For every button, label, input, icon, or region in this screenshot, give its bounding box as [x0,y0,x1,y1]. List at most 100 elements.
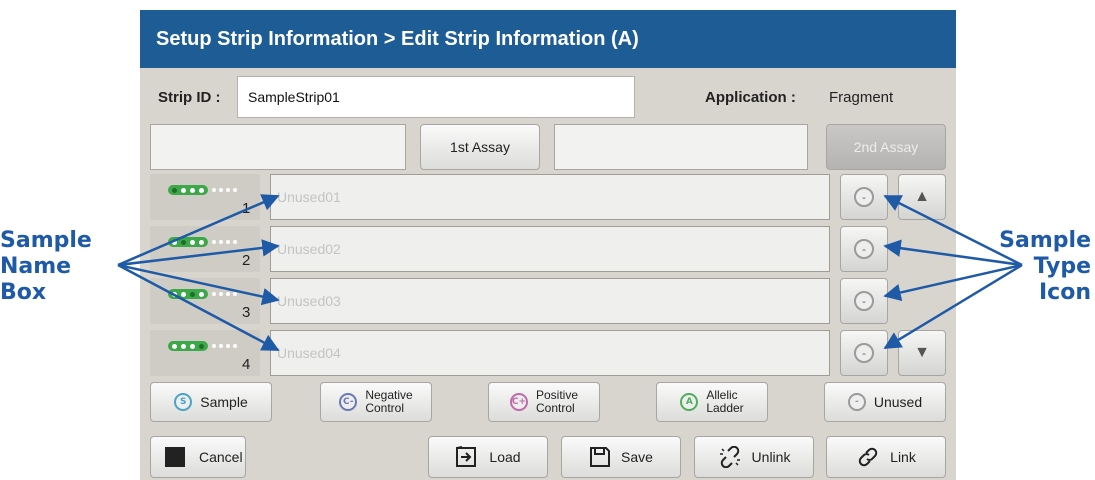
strip-well-dot [181,291,186,297]
sample-type-positive-control-button[interactable]: C+ Positive Control [488,382,600,422]
page-title: Setup Strip Information > Edit Strip Inf… [140,10,956,68]
sample-type-allelic-ladder-button[interactable]: A Allelic Ladder [656,382,768,422]
strip-pill [168,237,208,247]
negative-control-icon: C- [339,393,358,411]
edit-strip-panel: Setup Strip Information > Edit Strip Inf… [140,10,956,480]
sample-name-input[interactable] [270,226,830,272]
sample-type-negative-control-button[interactable]: C- Negative Control [320,382,432,422]
strip-icon [168,237,240,247]
well-indicator: 3 [150,278,260,324]
legend-label: Positive Control [535,388,579,415]
well-indicator: 4 [150,330,260,376]
save-label: Save [621,449,653,465]
well-number: 1 [242,200,251,217]
sample-row: 2 - [150,226,950,272]
sample-type-button[interactable]: - [840,174,888,220]
well-number: 4 [242,356,251,373]
strip-well-dot [199,239,204,245]
unlink-icon [718,446,742,468]
sample-name-input[interactable] [270,278,830,324]
unused-type-icon: - [854,343,874,363]
second-assay-button: 2nd Assay [826,124,946,170]
allelic-ladder-icon: A [680,393,699,411]
legend-label: Sample [200,394,248,410]
callout-line: Sample [0,228,92,253]
strip-pill [168,341,208,351]
strip-icon [168,185,240,195]
strip-dots [212,344,240,348]
strip-well-dot [172,343,177,349]
callout-line: Type [1033,254,1091,279]
load-label: Load [489,449,521,465]
cancel-button[interactable]: Cancel [150,436,246,478]
sample-row: 1 - ▲ [150,174,950,220]
sample-type-button[interactable]: - [840,278,888,324]
sample-type-unused-button[interactable]: - Unused [824,382,946,422]
second-assay-field[interactable] [554,124,808,170]
sample-name-input[interactable] [270,330,830,376]
sample-type-icon-callout: Sample Type Icon [971,228,1091,306]
unused-type-icon: - [854,291,874,311]
unused-type-icon: - [854,187,874,207]
sample-type-sample-button[interactable]: S Sample [150,382,272,422]
callout-line: Icon [1038,280,1091,305]
strip-dots [212,188,240,192]
strip-dots [212,240,240,244]
link-icon [856,446,880,468]
strip-well-dot [190,187,195,193]
positive-control-icon: C+ [509,393,528,411]
save-button[interactable]: Save [561,436,681,478]
strip-well-dot [181,187,186,193]
strip-id-row: Strip ID : Application : Fragment [140,76,956,120]
sample-type-button[interactable]: - [840,330,888,376]
application-label: Application : [705,89,796,106]
sample-row: 3 - [150,278,950,324]
strip-dots [212,292,240,296]
callout-line: Sample [999,228,1091,253]
application-value: Fragment [829,89,894,106]
first-assay-button[interactable]: 1st Assay [420,124,540,170]
triangle-down-icon: ▼ [914,344,930,361]
well-indicator: 1 [150,174,260,220]
sample-name-input[interactable] [270,174,830,220]
sample-name-box-callout: Sample Name Box [0,228,120,306]
strip-well-dot [181,343,186,349]
strip-well-dot [199,343,204,349]
assay-row: 1st Assay 2nd Assay [140,124,956,172]
link-button[interactable]: Link [826,436,946,478]
sample-row: 4 - ▼ [150,330,950,376]
unlink-button[interactable]: Unlink [694,436,814,478]
scroll-up-button[interactable]: ▲ [898,174,946,220]
unlink-label: Unlink [751,449,791,465]
well-number: 2 [242,252,251,269]
stop-icon [165,447,185,467]
strip-pill [168,185,208,195]
legend-label: Negative Control [365,388,413,415]
well-indicator: 2 [150,226,260,272]
first-assay-field[interactable] [150,124,406,170]
well-number: 3 [242,304,251,321]
unused-icon: - [847,393,866,411]
strip-well-dot [190,343,195,349]
sample-type-button[interactable]: - [840,226,888,272]
legend-label: Unused [873,394,923,410]
strip-well-dot [199,187,204,193]
save-icon [589,446,611,468]
triangle-up-icon: ▲ [914,188,930,205]
load-button[interactable]: Load [428,436,548,478]
strip-well-dot [190,239,195,245]
callout-line: Name [0,254,72,279]
strip-id-input[interactable] [237,76,635,118]
link-label: Link [890,449,916,465]
cancel-label: Cancel [199,449,243,465]
legend-label: Allelic Ladder [706,388,744,415]
callout-line: Box [0,280,47,305]
load-icon [455,446,479,468]
scroll-down-button[interactable]: ▼ [898,330,946,376]
strip-well-dot [181,239,186,245]
strip-well-dot [190,291,195,297]
strip-pill [168,289,208,299]
strip-icon [168,341,240,351]
strip-well-dot [172,187,177,193]
strip-id-label: Strip ID : [158,89,221,106]
